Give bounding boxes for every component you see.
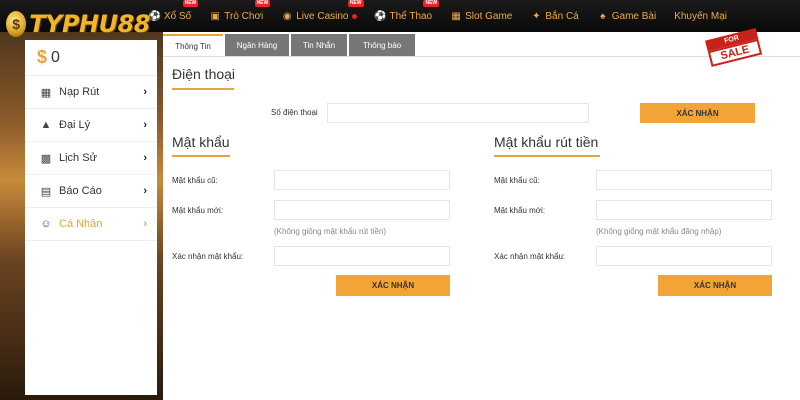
live-casino-icon: ◉ bbox=[282, 10, 292, 22]
calendar-icon: ▩ bbox=[40, 152, 52, 165]
sidebar-item-label: Nạp Rút bbox=[59, 86, 100, 98]
tab-divider bbox=[163, 56, 800, 57]
new-withdraw-password-label: Mật khẩu mới: bbox=[494, 206, 546, 215]
new-withdraw-password-hint: (Không giống mật khẩu đăng nhập) bbox=[596, 227, 722, 236]
soccer-ball-icon: ⚽ bbox=[374, 10, 387, 22]
new-password-hint: (Không giống mật khẩu rút tiền) bbox=[274, 227, 387, 236]
password-title-underline bbox=[172, 155, 230, 157]
sidebar-item-label: Cá Nhân bbox=[59, 218, 103, 230]
phone-input[interactable] bbox=[327, 103, 589, 123]
withdraw-title-underline bbox=[494, 155, 600, 157]
sidebar-item-nap-rut[interactable]: ▦ Nạp Rút › bbox=[25, 76, 157, 109]
sidebar-item-label: Báo Cáo bbox=[59, 185, 102, 197]
confirm-withdraw-password-input[interactable] bbox=[596, 246, 772, 266]
live-indicator-dot bbox=[351, 13, 357, 19]
new-password-input[interactable] bbox=[274, 200, 450, 220]
brand-name: TYPHU88 bbox=[29, 10, 150, 38]
new-badge: NEW bbox=[423, 0, 440, 7]
phone-label: Số điện thoại bbox=[271, 108, 318, 117]
tab-tin-nhan[interactable]: Tin Nhắn bbox=[291, 34, 347, 56]
pyramid-icon: ▲ bbox=[40, 119, 52, 131]
nav-label: Slot Game bbox=[465, 10, 513, 22]
main-nav: ⚽ Xổ Số NEW ▣ Trò Chơi NEW ◉ Live Casino… bbox=[140, 0, 736, 32]
nav-item-game-bai[interactable]: ♠ Game Bài bbox=[588, 0, 665, 32]
calculator-icon: ▦ bbox=[40, 86, 52, 99]
tab-thong-tin[interactable]: Thông Tin bbox=[163, 34, 223, 56]
currency-symbol: $ bbox=[37, 47, 48, 67]
report-icon: ▤ bbox=[40, 185, 52, 198]
old-password-input[interactable] bbox=[274, 170, 450, 190]
nav-label: Game Bài bbox=[611, 10, 657, 22]
chevron-right-icon: › bbox=[143, 152, 147, 164]
confirm-password-input[interactable] bbox=[274, 246, 450, 266]
nav-item-the-thao[interactable]: ⚽ Thể Thao NEW bbox=[366, 0, 442, 32]
logo-emblem-icon: $ bbox=[6, 11, 27, 37]
chevron-right-icon: › bbox=[143, 86, 147, 98]
nav-item-slot-game[interactable]: ▦ Slot Game bbox=[441, 0, 521, 32]
for-sale-sticker: FOR SALE bbox=[705, 28, 763, 70]
withdraw-password-confirm-button[interactable]: XÁC NHẬN bbox=[658, 275, 772, 296]
tab-ngan-hang[interactable]: Ngân Hàng bbox=[225, 34, 289, 56]
nav-label: Xổ Số bbox=[164, 10, 192, 22]
phone-confirm-button[interactable]: XÁC NHẬN bbox=[640, 103, 755, 123]
nav-item-live-casino[interactable]: ◉ Live Casino NEW bbox=[272, 0, 365, 32]
chevron-right-icon: › bbox=[143, 218, 147, 230]
new-withdraw-password-input[interactable] bbox=[596, 200, 772, 220]
nav-label: Trò Chơi bbox=[224, 10, 264, 22]
chevron-right-icon: › bbox=[143, 119, 147, 131]
balance-display: $ 0 bbox=[25, 40, 157, 76]
nav-item-tro-choi[interactable]: ▣ Trò Chơi NEW bbox=[200, 0, 272, 32]
new-badge: NEW bbox=[182, 0, 199, 7]
sidebar-item-lich-su[interactable]: ▩ Lịch Sử › bbox=[25, 142, 157, 175]
confirm-withdraw-password-label: Xác nhận mật khẩu: bbox=[494, 252, 566, 261]
fish-icon: ✦ bbox=[532, 10, 541, 22]
gamepad-icon: ▣ bbox=[210, 10, 220, 22]
profile-tabs: Thông Tin Ngân Hàng Tin Nhắn Thông báo bbox=[163, 34, 417, 56]
user-icon: ☺ bbox=[40, 218, 52, 230]
sidebar-item-dai-ly[interactable]: ▲ Đại Lý › bbox=[25, 109, 157, 142]
confirm-password-label: Xác nhận mật khẩu: bbox=[172, 252, 244, 261]
profile-panel: Thông Tin Ngân Hàng Tin Nhắn Thông báo F… bbox=[163, 28, 800, 400]
phone-title-underline bbox=[172, 88, 234, 90]
controller-icon: ▦ bbox=[451, 10, 461, 22]
account-sidebar: $ 0 ▦ Nạp Rút › ▲ Đại Lý › ▩ Lịch Sử › ▤… bbox=[25, 40, 157, 395]
phone-section-title: Điện thoại bbox=[172, 66, 236, 82]
sidebar-item-label: Đại Lý bbox=[59, 119, 91, 131]
old-password-label: Mật khẩu cũ: bbox=[172, 176, 218, 185]
chevron-right-icon: › bbox=[143, 185, 147, 197]
nav-label: Live Casino bbox=[296, 10, 349, 22]
password-confirm-button[interactable]: XÁC NHẬN bbox=[336, 275, 450, 296]
sidebar-item-bao-cao[interactable]: ▤ Báo Cáo › bbox=[25, 175, 157, 208]
balance-value: 0 bbox=[51, 48, 60, 66]
old-withdraw-password-label: Mật khẩu cũ: bbox=[494, 176, 540, 185]
sidebar-item-ca-nhan[interactable]: ☺ Cá Nhân › bbox=[25, 208, 157, 241]
lottery-icon: ⚽ bbox=[148, 10, 162, 22]
cards-icon: ♠ bbox=[600, 10, 606, 22]
new-badge: NEW bbox=[347, 0, 364, 7]
nav-label: Khuyến Mại bbox=[674, 10, 728, 22]
nav-label: Thể Thao bbox=[389, 10, 433, 22]
new-password-label: Mật khẩu mới: bbox=[172, 206, 224, 215]
nav-item-ban-ca[interactable]: ✦ Bắn Cá bbox=[521, 0, 587, 32]
new-badge: NEW bbox=[254, 0, 271, 7]
withdraw-password-section-title: Mật khẩu rút tiền bbox=[494, 134, 599, 150]
nav-label: Bắn Cá bbox=[545, 10, 579, 22]
nav-item-khuyen-mai[interactable]: Khuyến Mại bbox=[665, 0, 736, 32]
password-section-title: Mật khẩu bbox=[172, 134, 230, 150]
old-withdraw-password-input[interactable] bbox=[596, 170, 772, 190]
sidebar-item-label: Lịch Sử bbox=[59, 152, 97, 164]
tab-thong-bao[interactable]: Thông báo bbox=[349, 34, 415, 56]
